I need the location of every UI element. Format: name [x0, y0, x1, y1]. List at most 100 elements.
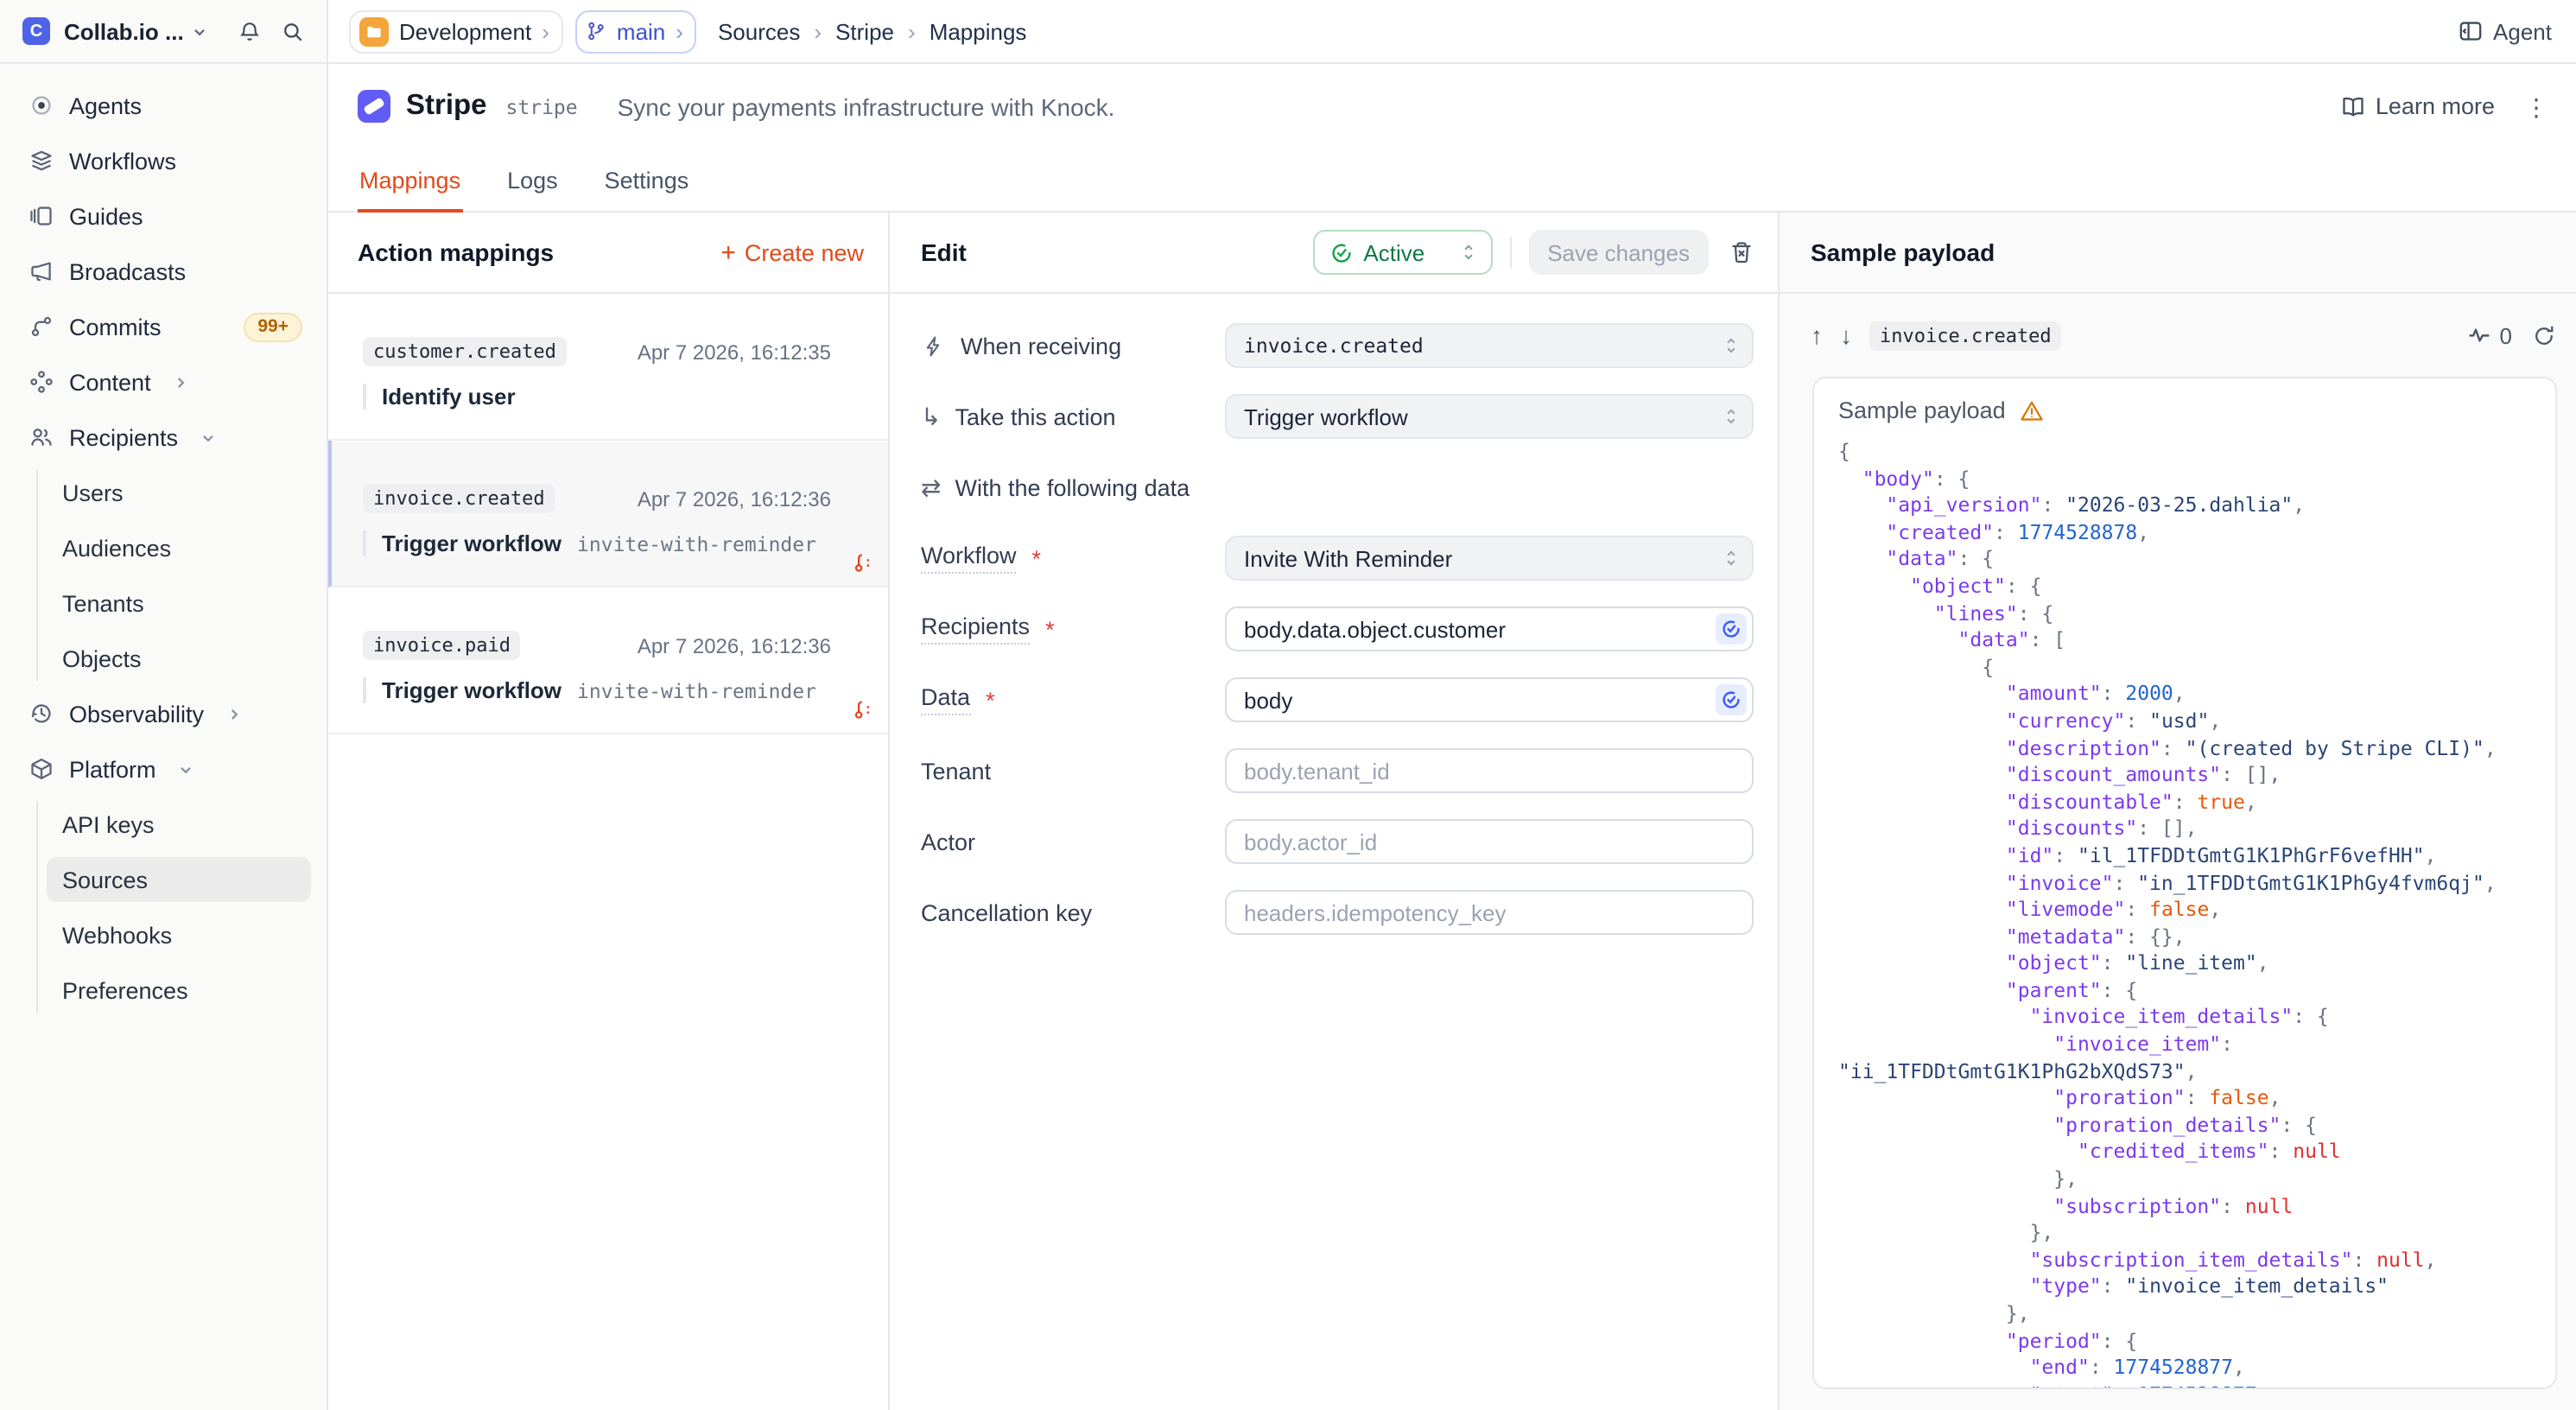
platform-subnav: API keys Sources Webhooks Preferences: [0, 797, 327, 1018]
folder-icon: [359, 16, 389, 46]
breadcrumb-sources[interactable]: Sources: [718, 18, 800, 44]
megaphone-icon: [28, 259, 54, 283]
event-counter[interactable]: 0: [2467, 322, 2512, 348]
sidebar-item-agents[interactable]: Agents: [0, 78, 327, 133]
when-receiving-label: When receiving: [921, 333, 1225, 359]
sidebar-item-guides[interactable]: Guides: [0, 188, 327, 244]
sidebar-item-label: Workflows: [69, 148, 176, 174]
clock-history-icon: [28, 702, 54, 726]
sidebar-item-broadcasts[interactable]: Broadcasts: [0, 244, 327, 299]
mapping-action: Trigger workflow: [382, 677, 562, 703]
event-chip: invoice.paid: [363, 631, 521, 660]
mappings-panel-title: Action mappings: [358, 238, 554, 266]
sidebar-item-label: Platform: [69, 756, 156, 782]
sidebar-item-commits[interactable]: Commits 99+: [0, 299, 327, 354]
sidebar-item-webhooks[interactable]: Webhooks: [0, 907, 327, 962]
sidebar-nav: Agents Workflows Guides Broadcasts: [0, 64, 327, 1018]
action-mappings-panel: Action mappings + Create new customer.cr…: [328, 213, 890, 1410]
event-count: 0: [2500, 322, 2512, 348]
tab-mappings[interactable]: Mappings: [358, 154, 462, 213]
agent-panel-toggle[interactable]: Agent: [2459, 18, 2552, 44]
payload-card: Sample payload { "body": { "api_version"…: [1812, 377, 2557, 1389]
sidebar-item-preferences[interactable]: Preferences: [0, 962, 327, 1018]
workspace-name: Collab.io ...: [64, 18, 184, 44]
bell-icon[interactable]: [238, 20, 261, 42]
sidebar-item-label: Guides: [69, 203, 143, 229]
kebab-menu-icon[interactable]: ⋮: [2524, 94, 2548, 118]
commits-count-badge: 99+: [244, 312, 302, 341]
search-icon[interactable]: [282, 20, 304, 42]
take-action-label: ↳ Take this action: [921, 403, 1225, 429]
actor-input[interactable]: [1225, 819, 1754, 864]
source-header: Stripe stripe Sync your payments infrast…: [328, 64, 2576, 213]
sidebar-item-tenants[interactable]: Tenants: [0, 575, 327, 631]
workflows-icon: [28, 149, 54, 173]
cancellation-key-input[interactable]: [1225, 890, 1754, 935]
tenant-input[interactable]: [1225, 748, 1754, 793]
when-receiving-select[interactable]: invoice.created: [1225, 323, 1754, 368]
sidebar-item-platform[interactable]: Platform: [0, 741, 327, 797]
sidebar-item-recipients[interactable]: Recipients: [0, 410, 327, 465]
sidebar-item-users[interactable]: Users: [0, 465, 327, 520]
branch-name: main: [617, 18, 665, 44]
tab-settings[interactable]: Settings: [603, 154, 691, 213]
mapping-action: Identify user: [382, 384, 516, 410]
source-slug: stripe: [506, 94, 578, 118]
branch-pill[interactable]: main ›: [575, 10, 697, 53]
arrow-up-icon[interactable]: ↑: [1811, 323, 1823, 347]
environment-name: Development: [399, 18, 531, 44]
sidebar-item-objects[interactable]: Objects: [0, 631, 327, 686]
breadcrumb-stripe[interactable]: Stripe: [835, 18, 894, 44]
chevron-sep: ›: [542, 18, 549, 44]
updown-caret-icon: [1723, 406, 1740, 427]
chevron-down-icon: [179, 761, 194, 777]
save-changes-button[interactable]: Save changes: [1528, 230, 1709, 275]
sidebar-item-audiences[interactable]: Audiences: [0, 520, 327, 575]
mapping-row-invoice-paid[interactable]: invoice.paid Apr 7 2026, 16:12:36 Trigge…: [328, 588, 888, 734]
recipients-input[interactable]: [1225, 607, 1754, 651]
mapping-row-invoice-created[interactable]: invoice.created Apr 7 2026, 16:12:36 Tri…: [328, 441, 888, 588]
box-icon: [28, 757, 54, 781]
create-new-button[interactable]: + Create new: [720, 239, 864, 265]
edit-form: When receiving invoice.created ↳ Take th…: [890, 294, 1778, 935]
refresh-icon[interactable]: [2533, 324, 2555, 346]
valid-check-icon: [1716, 613, 1747, 645]
git-commit-icon: [28, 314, 54, 339]
source-description: Sync your payments infrastructure with K…: [618, 92, 1115, 120]
workflow-select[interactable]: Invite With Reminder: [1225, 536, 1754, 581]
learn-more-link[interactable]: Learn more: [2341, 93, 2495, 119]
sidebar-item-content[interactable]: Content: [0, 354, 327, 410]
updown-caret-icon: [1723, 548, 1740, 568]
take-action-select[interactable]: Trigger workflow: [1225, 394, 1754, 439]
mapping-row-customer-created[interactable]: customer.created Apr 7 2026, 16:12:35 Id…: [328, 294, 888, 441]
edit-panel-title: Edit: [921, 238, 967, 266]
stripe-logo: [358, 90, 390, 123]
trash-icon[interactable]: [1729, 240, 1754, 264]
topbar: Development › main › Sources › Stripe › …: [328, 0, 2576, 64]
sidebar-item-label: Commits: [69, 314, 162, 340]
required-asterisk: *: [1032, 545, 1042, 571]
workspace-switcher[interactable]: C Collab.io ...: [0, 0, 327, 64]
status-select[interactable]: Active: [1313, 230, 1492, 275]
payload-code[interactable]: { "body": { "api_version": "2026-03-25.d…: [1838, 439, 2531, 1389]
sample-payload-panel: Sample payload ↑ ↓ invoice.created 0: [1780, 213, 2576, 1410]
sidebar-item-sources[interactable]: Sources: [0, 852, 327, 907]
updown-caret-icon: [1459, 242, 1476, 263]
breadcrumb-mappings: Mappings: [930, 18, 1027, 44]
git-branch-icon: [586, 21, 606, 41]
sidebar-item-observability[interactable]: Observability: [0, 686, 327, 741]
recipients-subnav: Users Audiences Tenants Objects: [0, 465, 327, 686]
tab-logs[interactable]: Logs: [505, 154, 560, 213]
sidebar-item-api-keys[interactable]: API keys: [0, 797, 327, 852]
sidebar-item-workflows[interactable]: Workflows: [0, 133, 327, 188]
event-chip: invoice.created: [363, 484, 555, 513]
workspace-logo: C: [22, 17, 50, 45]
environment-pill[interactable]: Development ›: [349, 10, 563, 53]
workflow-field-label: Workflow*: [921, 543, 1225, 574]
arrow-down-icon[interactable]: ↓: [1840, 323, 1852, 347]
check-circle-icon: [1330, 241, 1353, 264]
data-input[interactable]: [1225, 677, 1754, 722]
pulse-icon: [2467, 323, 2491, 347]
content-icon: [28, 370, 54, 394]
agent-label: Agent: [2493, 18, 2552, 44]
